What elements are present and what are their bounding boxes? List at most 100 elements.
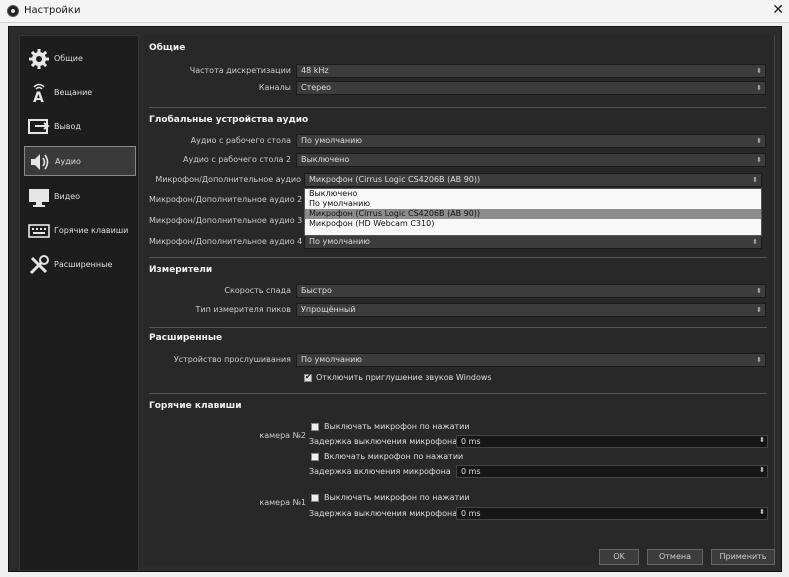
sample-rate-value: 48 kHz — [301, 66, 329, 75]
dropdown-option[interactable]: По умолчанию — [305, 199, 761, 209]
sidebar-item-advanced[interactable]: Расширенные — [24, 250, 136, 280]
sidebar-item-audio[interactable]: Аудио — [24, 146, 136, 176]
divider — [149, 327, 767, 328]
channels-label: Каналы — [258, 83, 291, 92]
camera-1-label: камера №1 — [259, 498, 306, 507]
mic-aux-2-label: Микрофон/Дополнительное аудио 2 — [149, 195, 303, 204]
monitoring-device-label: Устройство прослушивания — [173, 355, 291, 364]
delay-value: 0 ms — [461, 509, 481, 518]
tools-icon — [29, 255, 49, 275]
mic-aux-3-label: Микрофон/Дополнительное аудио 3 — [149, 216, 303, 225]
spin-arrows-icon: ⬍ — [756, 306, 762, 314]
settings-window: Общие A Вещание Вывод Аудио Видео Горячи… — [8, 26, 782, 572]
cam1-push-to-mute-delay-input[interactable]: 0 ms ⬍ — [456, 507, 768, 520]
cam2-push-to-mute-label: Выключать микрофон по нажатии — [324, 422, 470, 431]
divider — [149, 257, 767, 258]
broadcast-icon: A — [33, 83, 45, 104]
speaker-icon — [31, 154, 49, 170]
output-icon — [28, 119, 50, 134]
sidebar-item-label: Расширенные — [54, 260, 113, 269]
decay-rate-label: Скорость спада — [224, 286, 291, 295]
desktop-audio-select[interactable]: По умолчанию ⬍ — [296, 134, 766, 148]
delay-value: 0 ms — [461, 467, 481, 476]
cam2-push-to-talk-delay-input[interactable]: 0 ms ⬍ — [456, 465, 768, 478]
spin-arrows-icon: ⬍ — [756, 356, 762, 364]
sidebar: Общие A Вещание Вывод Аудио Видео Горячи… — [19, 35, 139, 571]
sample-rate-select[interactable]: 48 kHz ⬍ — [296, 64, 766, 78]
cam2-push-to-mute-checkbox[interactable] — [311, 423, 319, 431]
spin-arrows-icon: ⬍ — [759, 466, 765, 474]
mic-aux-4-select[interactable]: По умолчанию ⬍ — [304, 235, 762, 249]
sidebar-item-label: Аудио — [55, 157, 81, 166]
sidebar-item-video[interactable]: Видео — [24, 182, 136, 212]
section-title-hotkeys: Горячие клавиши — [149, 401, 242, 411]
window-title: Настройки — [24, 5, 81, 16]
decay-rate-value: Быстро — [301, 286, 332, 295]
sidebar-item-output[interactable]: Вывод — [24, 112, 136, 142]
sidebar-item-stream[interactable]: A Вещание — [24, 78, 136, 108]
spin-arrows-icon: ⬍ — [752, 176, 758, 184]
desktop-audio-label: Аудио с рабочего стола — [190, 136, 291, 145]
dropdown-option[interactable]: Выключено — [305, 189, 761, 199]
divider — [149, 393, 767, 394]
spin-arrows-icon: ⬍ — [756, 67, 762, 75]
section-title-meters: Измерители — [149, 265, 213, 275]
channels-select[interactable]: Стерео ⬍ — [296, 81, 766, 95]
cam2-push-to-talk-label: Включать микрофон по нажатии — [324, 452, 464, 461]
settings-content: Общие Частота дискретизации 48 kHz ⬍ Кана… — [144, 35, 775, 565]
monitoring-device-select[interactable]: По умолчанию ⬍ — [296, 353, 766, 367]
camera-2-label: камера №2 — [259, 431, 306, 440]
svg-text:A: A — [33, 90, 44, 104]
channels-value: Стерео — [301, 83, 332, 92]
mic-aux-4-label: Микрофон/Дополнительное аудио 4 — [149, 237, 303, 246]
section-title-general: Общие — [149, 43, 186, 53]
desktop-audio-2-label: Аудио с рабочего стола 2 — [182, 155, 291, 164]
delay-value: 0 ms — [461, 437, 481, 446]
peak-meter-select[interactable]: Упрощённый ⬍ — [296, 303, 766, 317]
spin-arrows-icon: ⬍ — [752, 238, 758, 246]
desktop-audio-2-value: Выключено — [301, 155, 350, 164]
spin-arrows-icon: ⬍ — [759, 508, 765, 516]
keyboard-icon — [28, 224, 50, 238]
spin-arrows-icon: ⬍ — [756, 287, 762, 295]
cam2-push-to-mute-delay-label: Задержка выключения микрофона — [309, 437, 458, 446]
close-icon[interactable]: ✕ — [772, 2, 784, 18]
mic-aux-select[interactable]: Микрофон (Cirrus Logic CS4206B (AB 90)) ⬍ — [304, 173, 762, 187]
cam1-push-to-mute-checkbox[interactable] — [311, 494, 319, 502]
monitoring-device-value: По умолчанию — [301, 355, 363, 364]
sidebar-item-label: Вещание — [54, 88, 93, 97]
section-title-global-audio: Глобальные устройства аудио — [149, 115, 309, 125]
monitor-icon — [29, 189, 49, 207]
decay-rate-select[interactable]: Быстро ⬍ — [296, 284, 766, 298]
gear-icon — [29, 49, 49, 69]
spin-arrows-icon: ⬍ — [756, 84, 762, 92]
peak-meter-label: Тип измерителя пиков — [195, 305, 291, 314]
cam1-push-to-mute-delay-label: Задержка выключения микрофона — [309, 509, 458, 518]
dropdown-option-highlighted[interactable]: Микрофон (Cirrus Logic CS4206B (AB 90)) — [305, 209, 761, 219]
desktop-audio-2-select[interactable]: Выключено ⬍ — [296, 153, 766, 167]
peak-meter-value: Упрощённый — [301, 305, 356, 314]
spin-arrows-icon: ⬍ — [756, 156, 762, 164]
title-bar: Настройки ✕ — [0, 0, 789, 23]
disable-ducking-label: Отключить приглушение звуков Windows — [316, 373, 492, 382]
cancel-button[interactable]: Отмена — [647, 549, 703, 565]
disable-ducking-checkbox[interactable] — [304, 372, 312, 382]
desktop-audio-value: По умолчанию — [301, 136, 363, 145]
ok-button[interactable]: OK — [599, 549, 639, 565]
sample-rate-label: Частота дискретизации — [189, 66, 291, 75]
cam2-push-to-talk-delay-label: Задержка включения микрофона — [309, 467, 451, 476]
cam2-push-to-mute-delay-input[interactable]: 0 ms ⬍ — [456, 435, 768, 448]
mic-aux-value: Микрофон (Cirrus Logic CS4206B (AB 90)) — [309, 175, 481, 184]
cam1-push-to-mute-label: Выключать микрофон по нажатии — [324, 493, 470, 502]
mic-aux-4-value: По умолчанию — [309, 237, 371, 246]
spin-arrows-icon: ⬍ — [756, 137, 762, 145]
cam2-push-to-talk-checkbox[interactable] — [311, 453, 319, 461]
sidebar-item-hotkeys[interactable]: Горячие клавиши — [24, 216, 136, 246]
apply-button[interactable]: Применить — [711, 549, 775, 565]
mic-device-dropdown-list: Выключено По умолчанию Микрофон (Cirrus … — [304, 188, 762, 236]
section-title-advanced: Расширенные — [149, 333, 223, 343]
app-icon — [7, 5, 19, 17]
dropdown-option[interactable]: Микрофон (HD Webcam C310) — [305, 219, 761, 229]
sidebar-item-general[interactable]: Общие — [24, 44, 136, 74]
spin-arrows-icon: ⬍ — [759, 436, 765, 444]
